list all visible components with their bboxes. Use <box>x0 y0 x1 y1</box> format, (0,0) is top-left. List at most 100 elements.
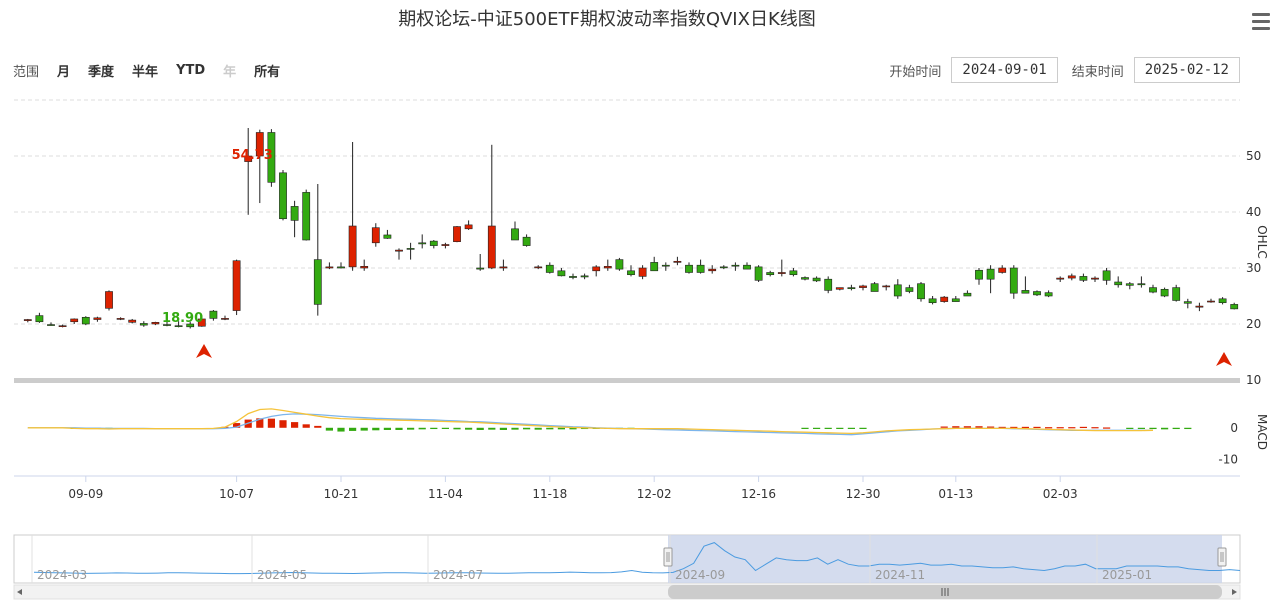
candle <box>1044 290 1053 298</box>
candle <box>1218 297 1227 305</box>
candle-body <box>801 277 809 280</box>
candle <box>487 144 496 270</box>
candle <box>1114 276 1123 288</box>
y-axis-title: OHLC <box>1255 225 1269 259</box>
candle-body <box>418 242 427 245</box>
macd-y-tick-label: -10 <box>1218 452 1238 466</box>
candle <box>360 259 369 271</box>
navigator-label: 2024-03 <box>37 568 87 582</box>
candle <box>1033 290 1041 296</box>
candle-body <box>859 285 867 288</box>
candle <box>719 265 728 270</box>
navigator-handle[interactable] <box>1217 547 1227 567</box>
candle-body <box>1125 283 1134 286</box>
y-tick-label: 30 <box>1246 261 1261 275</box>
candle-body <box>441 244 450 246</box>
x-tick-label: 02-03 <box>1043 487 1078 501</box>
candle <box>905 284 914 294</box>
candle <box>603 259 612 271</box>
candle <box>418 234 427 249</box>
x-tick-label: 09-09 <box>68 487 103 501</box>
macd-bar <box>499 427 507 430</box>
flag-arrow-icon <box>196 344 212 358</box>
candle <box>139 321 148 327</box>
macd-bar <box>847 427 855 429</box>
candle-body <box>951 298 960 302</box>
macd-bar <box>430 427 438 430</box>
candle <box>928 296 937 305</box>
candle <box>638 265 647 280</box>
macd-bar <box>975 426 983 428</box>
candle <box>696 259 705 274</box>
candle-body <box>1183 301 1192 304</box>
candle-body <box>1033 291 1041 296</box>
macd-bar <box>1103 427 1111 429</box>
macd-bar <box>279 420 287 428</box>
candle-body <box>58 325 67 327</box>
candle-body <box>580 275 589 278</box>
candle <box>105 290 113 311</box>
candle <box>1021 276 1030 294</box>
candle <box>325 262 334 270</box>
candle <box>824 276 833 294</box>
candle <box>754 265 763 282</box>
macd-bar <box>859 427 867 429</box>
candle-body <box>1230 304 1239 310</box>
candle-body <box>429 240 438 246</box>
x-tick-label: 11-04 <box>428 487 463 501</box>
candle <box>963 290 972 297</box>
candle-body <box>603 266 612 269</box>
candle <box>232 259 241 316</box>
candle-body <box>870 283 879 292</box>
candle <box>893 279 902 299</box>
candle-body <box>279 172 287 220</box>
navigator-label: 2024-07 <box>433 568 483 582</box>
candle <box>395 248 403 260</box>
candle-body <box>696 264 705 273</box>
candle <box>302 189 311 241</box>
value-flag: 54.73 <box>232 148 273 163</box>
candle <box>859 284 867 291</box>
candle-body <box>360 266 369 269</box>
flag-arrow-icon <box>1216 352 1232 366</box>
candle-body <box>661 264 670 267</box>
candle-body <box>650 262 659 272</box>
macd-bar <box>1184 427 1192 430</box>
macd-bar <box>372 427 380 431</box>
candle <box>835 287 844 291</box>
candle-body <box>708 268 717 272</box>
candle <box>1102 268 1111 285</box>
candle <box>313 184 322 316</box>
candle <box>743 262 751 270</box>
candle-body <box>1114 281 1123 286</box>
navigator-handle-grip <box>1217 547 1227 567</box>
candle <box>627 265 635 277</box>
candle <box>406 242 415 260</box>
candle-body <box>545 264 554 273</box>
candle <box>337 262 345 269</box>
x-tick-label: 12-16 <box>741 487 776 501</box>
y-tick-label: 40 <box>1246 205 1261 219</box>
candle <box>801 276 809 281</box>
candle-body <box>719 266 728 269</box>
macd-bar <box>291 422 299 428</box>
y-tick-label: 50 <box>1246 149 1261 163</box>
macd-bar <box>267 418 275 428</box>
candle <box>557 268 566 277</box>
candle-body <box>151 322 160 325</box>
candle-body <box>47 324 55 326</box>
candle-body <box>81 316 90 325</box>
candle-body <box>777 272 786 274</box>
candle-body <box>70 318 79 323</box>
navigator-handle[interactable] <box>663 547 673 567</box>
candle-body <box>731 264 740 267</box>
value-flag: 18.90 <box>162 311 203 326</box>
macd-axis-title: MACD <box>1255 414 1269 450</box>
candle-body <box>1207 300 1215 303</box>
candle-body <box>1091 277 1099 280</box>
panel-separator <box>14 378 1240 383</box>
candle-body <box>1067 275 1076 279</box>
candle <box>35 312 44 323</box>
candle <box>1056 276 1065 282</box>
x-tick-label: 01-13 <box>938 487 973 501</box>
